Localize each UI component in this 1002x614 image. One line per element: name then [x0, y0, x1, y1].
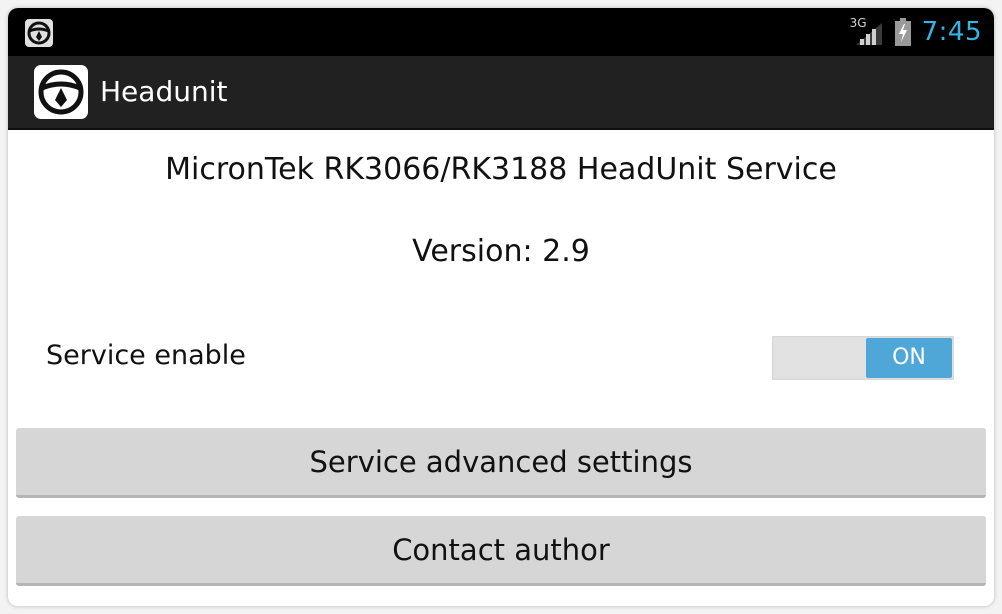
service-enable-label: Service enable [46, 340, 246, 371]
app-title: Headunit [100, 75, 228, 108]
status-clock: 7:45 [921, 17, 982, 47]
service-enable-toggle[interactable]: ON [772, 336, 954, 380]
battery-charging-icon [894, 18, 911, 46]
service-heading: MicronTek RK3066/RK3188 HeadUnit Service [165, 152, 837, 187]
status-icons: 3G 7:45 [850, 8, 982, 56]
service-advanced-settings-button[interactable]: Service advanced settings [16, 428, 986, 498]
status-bar: 3G 7:45 [8, 8, 994, 56]
main-content: MicronTek RK3066/RK3188 HeadUnit Service… [8, 130, 994, 606]
version-text: Version: 2.9 [412, 234, 590, 269]
signal-indicator: 3G [850, 17, 884, 47]
toggle-on-label: ON [866, 338, 952, 378]
action-bar: Headunit [8, 56, 994, 130]
contact-author-button[interactable]: Contact author [16, 516, 986, 586]
steering-wheel-icon [25, 19, 53, 47]
steering-wheel-icon[interactable] [34, 65, 88, 119]
signal-icon [855, 23, 882, 45]
device-screen: 3G 7:45 Headunit MicronTek RK3066/RK3188… [8, 8, 994, 606]
